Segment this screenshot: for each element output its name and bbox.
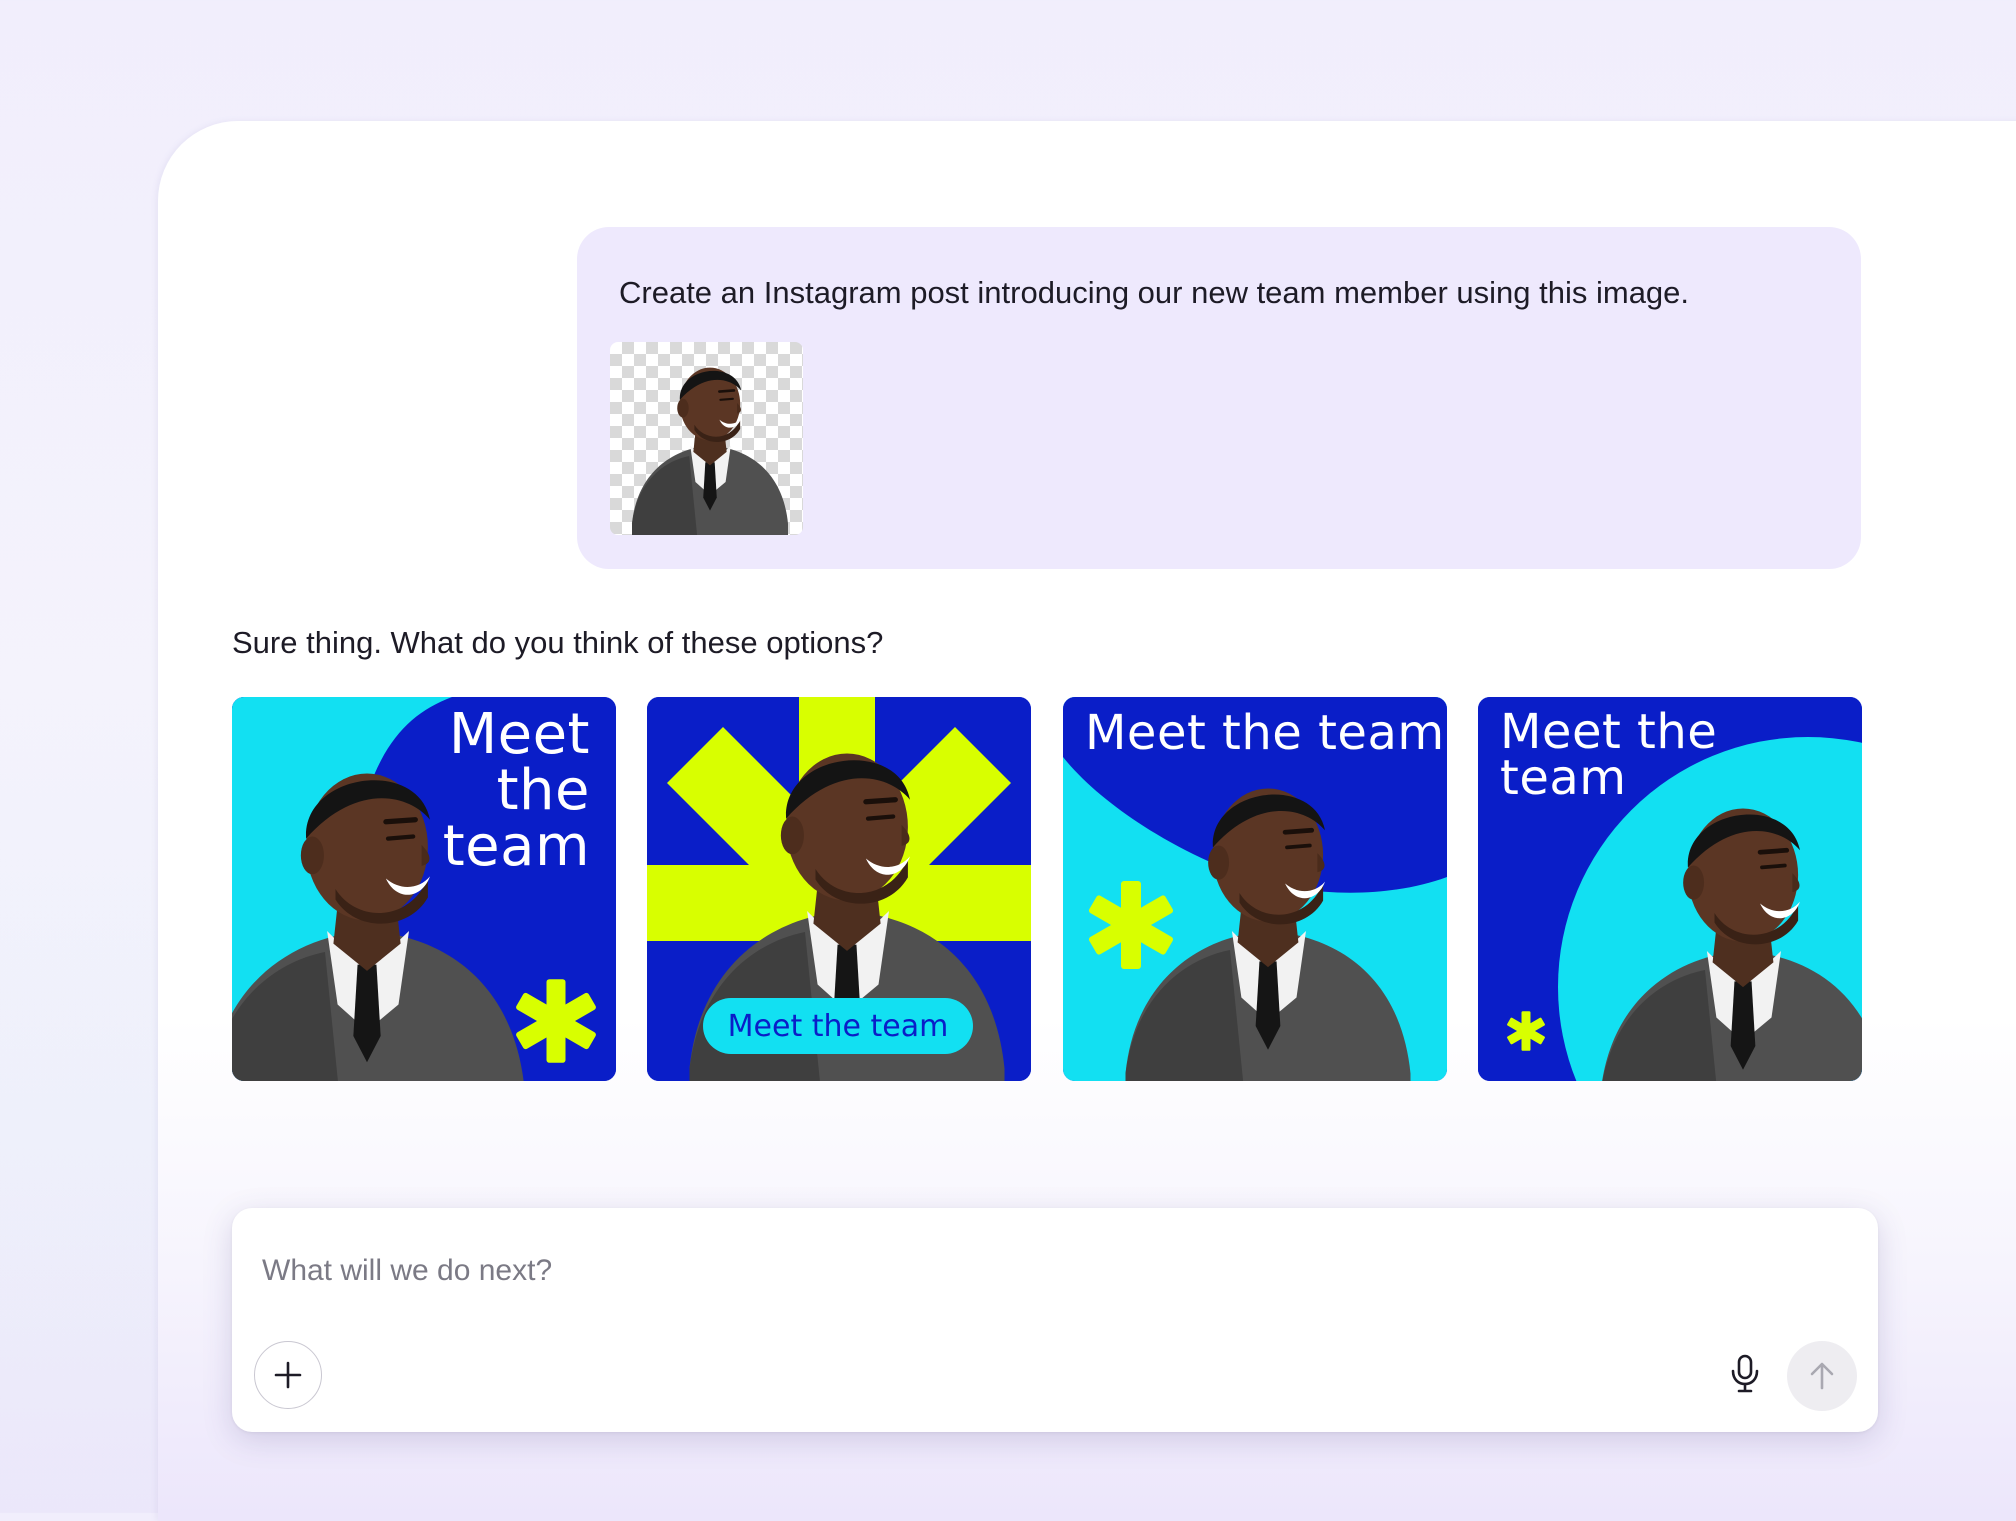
design-option-2-label: Meet the team — [703, 998, 973, 1054]
design-option-1-title-line: Meet — [448, 702, 590, 767]
assistant-reply-text: Sure thing. What do you think of these o… — [232, 625, 884, 660]
design-option-3-title: Meet the team — [1085, 705, 1445, 761]
microphone-icon — [1731, 1354, 1759, 1393]
design-option-3[interactable]: Meet the team — [1063, 697, 1447, 1081]
user-message-bubble: Create an Instagram post introducing our… — [577, 227, 1861, 569]
message-input[interactable] — [260, 1250, 1824, 1292]
design-option-4-title: Meet the team — [1500, 704, 1718, 806]
design-option-4-title-line: team — [1500, 750, 1627, 806]
message-composer — [232, 1208, 1878, 1432]
plus-icon — [274, 1361, 302, 1389]
send-button[interactable] — [1787, 1341, 1857, 1411]
design-option-4[interactable]: Meet the team — [1478, 697, 1862, 1081]
voice-input-button[interactable] — [1717, 1346, 1773, 1402]
attached-image-thumbnail[interactable] — [610, 342, 803, 535]
add-attachment-button[interactable] — [254, 1341, 322, 1409]
design-option-1-title-line: team — [442, 814, 590, 879]
design-option-4-title-line: Meet the — [1500, 704, 1718, 760]
design-option-2[interactable]: Meet the team — [647, 697, 1031, 1081]
design-option-1-title-line: the — [496, 758, 590, 823]
arrow-up-icon — [1810, 1362, 1834, 1390]
design-option-1[interactable]: Meet the team — [232, 697, 616, 1081]
attached-person-photo — [630, 366, 790, 535]
user-message-text: Create an Instagram post introducing our… — [619, 275, 1690, 310]
design-option-1-title: Meet the team — [443, 707, 590, 875]
